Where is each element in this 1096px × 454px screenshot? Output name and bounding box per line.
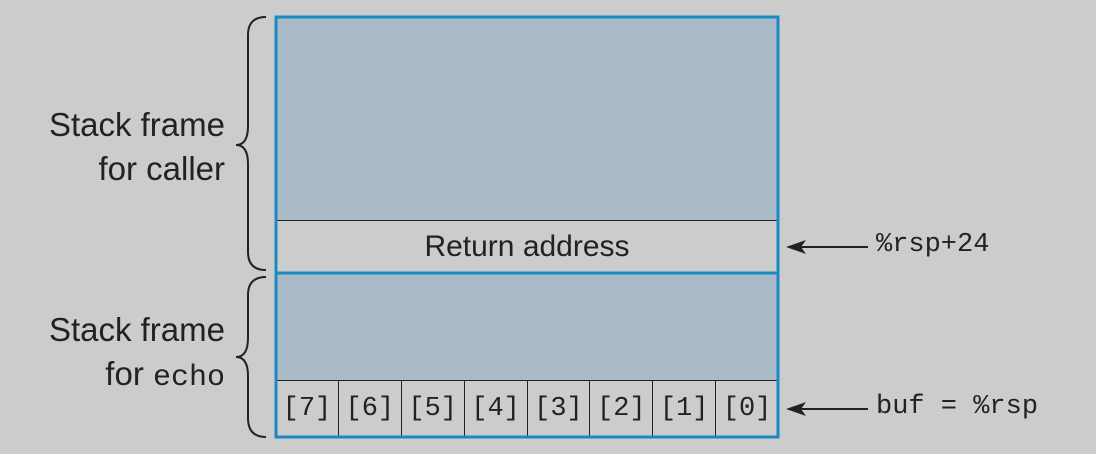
caller-frame-label: Stack frame for caller [49, 103, 225, 191]
caller-frame [276, 18, 778, 220]
buf-arrow [786, 402, 868, 416]
caller-label-line1: Stack frame [48, 106, 225, 143]
return-pointer-label: %rsp+24 [876, 230, 990, 260]
buffer-cell: [1] [652, 381, 715, 437]
echo-frame [276, 273, 778, 380]
buffer-cell: [7] [282, 394, 332, 424]
echo-frame-label: Stack frame for echo [49, 308, 225, 400]
buffer-cell: [6] [337, 381, 401, 437]
return-address-label: Return address [424, 230, 630, 263]
caller-brace [235, 16, 267, 271]
caller-label-line2: for caller [98, 150, 225, 187]
echo-function-name: echo [152, 361, 225, 395]
buffer-cell: [0] [715, 381, 778, 437]
buf-pointer-label: buf = %rsp [876, 392, 1039, 422]
buffer-cell: [5] [400, 381, 464, 437]
echo-label-line1: Stack frame [48, 311, 225, 348]
buffer-cell: [4] [463, 381, 527, 437]
buffer-row: [7] [6] [5] [4] [3] [2] [1] [0] [276, 380, 778, 437]
return-arrow [786, 240, 868, 254]
buffer-cell: [3] [526, 381, 590, 437]
echo-label-prefix: for [105, 355, 153, 392]
echo-brace [235, 276, 267, 438]
echo-label-line2: for echo [49, 352, 225, 400]
buffer-cell: [2] [589, 381, 652, 437]
return-address-slot: Return address [276, 220, 778, 273]
